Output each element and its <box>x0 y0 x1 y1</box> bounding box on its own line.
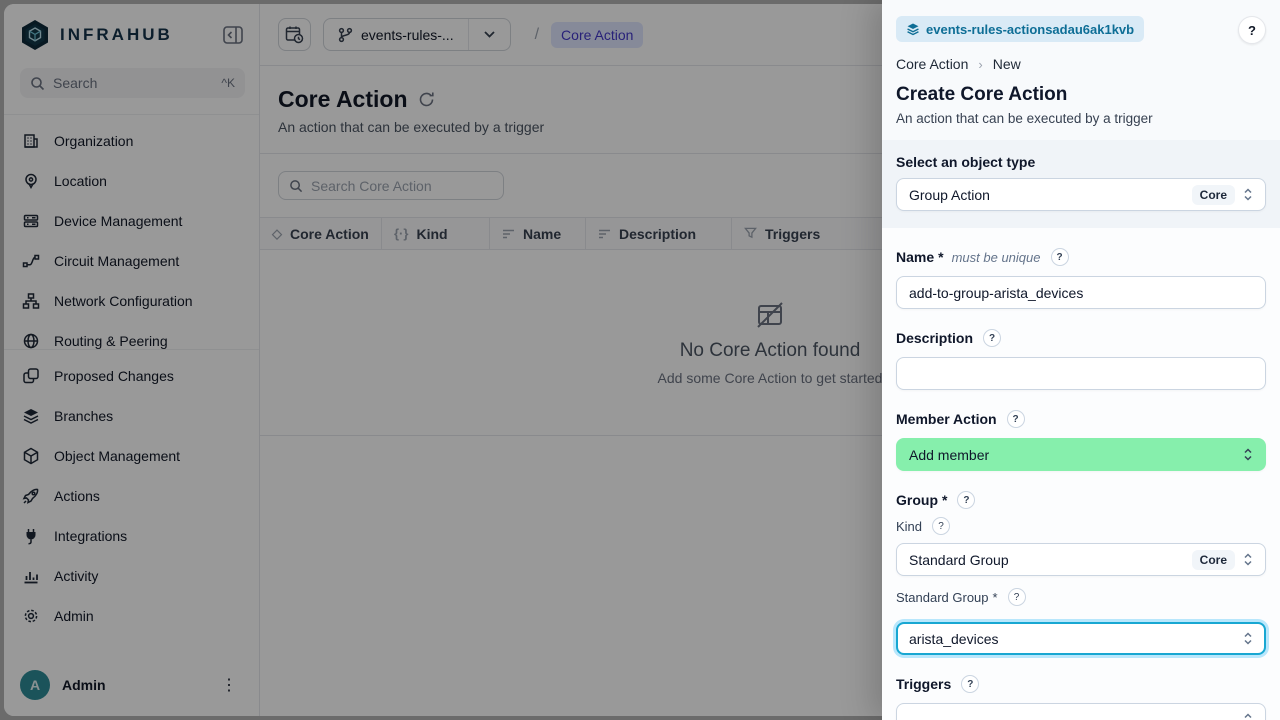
chevron-updown-icon <box>1243 187 1253 202</box>
help-icon[interactable]: ? <box>961 675 979 693</box>
object-type-label: Select an object type <box>896 154 1266 170</box>
help-icon[interactable]: ? <box>1007 410 1025 428</box>
chevron-right-icon: › <box>978 57 982 72</box>
group-label: Group <box>896 492 938 508</box>
drawer-breadcrumb: Core Action › New <box>896 56 1266 72</box>
breadcrumb-current: New <box>993 56 1021 72</box>
help-icon[interactable]: ? <box>1008 588 1026 606</box>
member-action-value: Add member <box>909 447 989 463</box>
layers-icon <box>906 22 920 36</box>
member-action-label-row: Member Action ? <box>896 410 1266 428</box>
standard-group-label-row: Standard Group * ? <box>896 588 1266 606</box>
object-type-value: Group Action <box>909 187 990 203</box>
drawer-header: events-rules-actionsadau6ak1kvb ? Core A… <box>882 0 1280 140</box>
name-label-row: Name * must be unique ? <box>896 248 1266 266</box>
chevron-updown-icon <box>1243 712 1253 720</box>
member-action-select[interactable]: Add member <box>896 438 1266 471</box>
drawer-form: Name * must be unique ? add-to-group-ari… <box>882 228 1280 720</box>
description-label: Description <box>896 330 973 346</box>
name-label: Name <box>896 249 934 265</box>
description-label-row: Description ? <box>896 329 1266 347</box>
core-badge: Core <box>1192 185 1235 205</box>
standard-group-select[interactable]: arista_devices <box>896 622 1266 655</box>
chevron-updown-icon <box>1243 552 1253 567</box>
help-icon[interactable]: ? <box>1051 248 1069 266</box>
required-marker: * <box>993 590 998 605</box>
object-type-select[interactable]: Group Action Core <box>896 178 1266 211</box>
breadcrumb-parent[interactable]: Core Action <box>896 56 968 72</box>
standard-group-label: Standard Group <box>896 590 989 605</box>
required-marker: * <box>938 249 943 265</box>
required-marker: * <box>942 492 947 508</box>
chevron-updown-icon <box>1243 631 1253 646</box>
name-input[interactable]: add-to-group-arista_devices <box>896 276 1266 309</box>
kind-value: Standard Group <box>909 552 1009 568</box>
create-core-action-drawer: events-rules-actionsadau6ak1kvb ? Core A… <box>882 0 1280 720</box>
object-type-section: Select an object type Group Action Core <box>882 140 1280 228</box>
name-value: add-to-group-arista_devices <box>909 285 1083 301</box>
group-label-row: Group * ? <box>896 491 1266 509</box>
standard-group-value: arista_devices <box>909 631 999 647</box>
kind-select[interactable]: Standard Group Core <box>896 543 1266 576</box>
triggers-label-row: Triggers ? <box>896 675 1266 693</box>
member-action-label: Member Action <box>896 411 997 427</box>
triggers-select[interactable] <box>896 703 1266 720</box>
screen: INFRAHUB Search <box>0 0 1280 720</box>
drawer-subtitle: An action that can be executed by a trig… <box>896 111 1266 140</box>
triggers-label: Triggers <box>896 676 951 692</box>
core-badge: Core <box>1192 550 1235 570</box>
help-icon[interactable]: ? <box>983 329 1001 347</box>
help-icon[interactable]: ? <box>932 517 950 535</box>
help-button[interactable]: ? <box>1238 16 1266 44</box>
name-hint: must be unique <box>952 250 1041 265</box>
kind-label-row: Kind ? <box>896 517 1266 535</box>
kind-label: Kind <box>896 519 922 534</box>
chevron-updown-icon <box>1243 447 1253 462</box>
branch-badge[interactable]: events-rules-actionsadau6ak1kvb <box>896 16 1144 42</box>
description-input[interactable] <box>896 357 1266 390</box>
help-icon[interactable]: ? <box>957 491 975 509</box>
drawer-title: Create Core Action <box>896 84 1266 106</box>
